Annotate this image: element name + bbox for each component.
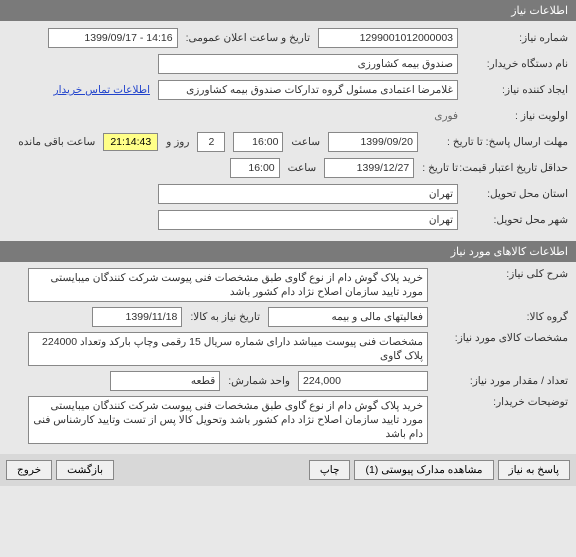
- announce-label: تاریخ و ساعت اعلان عمومی:: [186, 32, 310, 44]
- goods-group-value: فعالیتهای مالی و بیمه: [268, 307, 428, 327]
- min-validity-time-label: ساعت: [288, 162, 317, 174]
- print-button[interactable]: چاپ: [309, 460, 351, 480]
- need-number-value: 1299001012000003: [318, 28, 458, 48]
- general-desc-value: خرید پلاک گوش دام از نوع گاوی طبق مشخصات…: [28, 268, 428, 302]
- deadline-date: 1399/09/20: [328, 132, 418, 152]
- creator-value: غلامرضا اعتمادی مسئول گروه تدارکات صندوق…: [158, 80, 458, 100]
- priority-label: اولویت نیاز :: [458, 110, 568, 122]
- contact-link[interactable]: اطلاعات تماس خریدار: [54, 84, 150, 96]
- expire-label: تاریخ نیاز به کالا:: [190, 311, 260, 323]
- section1-body: شماره نیاز: 1299001012000003 تاریخ و ساع…: [0, 21, 576, 241]
- min-validity-date: 1399/12/27: [324, 158, 414, 178]
- quantity-value: 224,000: [298, 371, 428, 391]
- announce-value: 14:16 - 1399/09/17: [48, 28, 178, 48]
- attachments-button[interactable]: مشاهده مدارک پیوستی (1): [354, 460, 493, 480]
- general-desc-label: شرح کلی نیاز:: [428, 268, 568, 280]
- goods-group-label: گروه کالا:: [428, 311, 568, 323]
- unit-label: واحد شمارش:: [228, 375, 290, 387]
- unit-value: قطعه: [110, 371, 220, 391]
- deadline-days: 2: [197, 132, 225, 152]
- buyer-notes-label: توضیحات خریدار:: [428, 396, 568, 408]
- min-validity-label: حداقل تاریخ اعتبار قیمت:: [458, 163, 568, 174]
- footer-bar: پاسخ به نیاز مشاهده مدارک پیوستی (1) چاپ…: [0, 454, 576, 486]
- deadline-days-label: روز و: [166, 136, 189, 148]
- province-label: استان محل تحویل:: [458, 188, 568, 200]
- need-number-label: شماره نیاز:: [458, 32, 568, 44]
- goods-spec-label: مشخصات کالای مورد نیاز:: [428, 332, 568, 344]
- deadline-label: مهلت ارسال پاسخ: تا تاریخ :: [418, 136, 568, 148]
- priority-value: فوری: [434, 110, 458, 122]
- creator-label: ایجاد کننده نیاز:: [458, 84, 568, 96]
- goods-spec-value: مشخصات فنی پیوست میباشد دارای شماره سریا…: [28, 332, 428, 366]
- countdown-value: 21:14:43: [103, 133, 158, 151]
- respond-button[interactable]: پاسخ به نیاز: [498, 460, 570, 480]
- section2-header: اطلاعات کالاهای مورد نیاز: [0, 241, 576, 262]
- section1-header: اطلاعات نیاز: [0, 0, 576, 21]
- countdown-label: ساعت باقی مانده: [18, 136, 95, 148]
- buyer-org-value: صندوق بیمه کشاورزی: [158, 54, 458, 74]
- city-label: شهر محل تحویل:: [458, 214, 568, 226]
- back-button[interactable]: بازگشت: [56, 460, 114, 480]
- buyer-notes-value: خرید پلاک گوش دام از نوع گاوی طبق مشخصات…: [28, 396, 428, 444]
- expire-value: 1399/11/18: [92, 307, 182, 327]
- city-value: تهران: [158, 210, 458, 230]
- min-validity-time: 16:00: [230, 158, 280, 178]
- province-value: تهران: [158, 184, 458, 204]
- deadline-time: 16:00: [233, 132, 283, 152]
- section2-body: شرح کلی نیاز: خرید پلاک گوش دام از نوع گ…: [0, 262, 576, 454]
- exit-button[interactable]: خروج: [6, 460, 52, 480]
- quantity-label: تعداد / مقدار مورد نیاز:: [428, 375, 568, 387]
- min-validity-to-label: تا تاریخ :: [422, 162, 458, 174]
- deadline-time-label: ساعت: [291, 136, 320, 148]
- buyer-org-label: نام دستگاه خریدار:: [458, 58, 568, 70]
